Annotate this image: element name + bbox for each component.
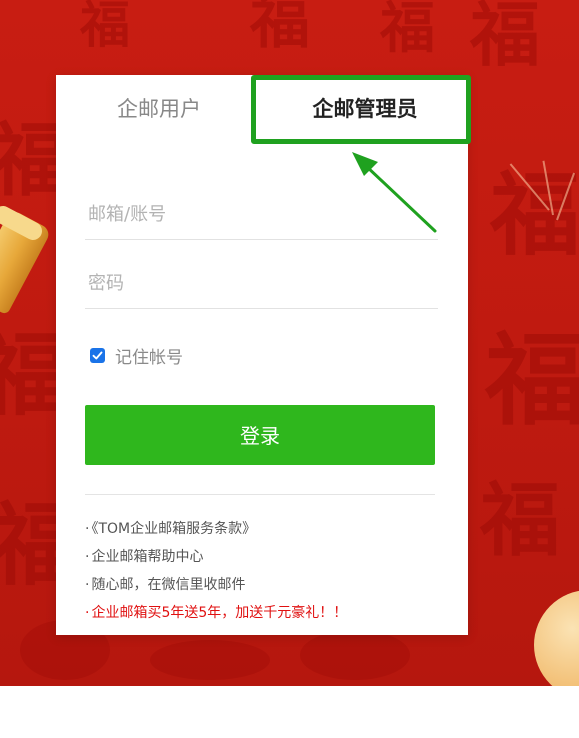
bullet: · <box>85 549 90 565</box>
password-input[interactable] <box>85 258 438 309</box>
login-tabs: 企邮用户 企邮管理员 <box>56 75 468 145</box>
wechat-mail-link[interactable]: · 随心邮，在微信里收邮件 <box>85 571 455 599</box>
help-center-link[interactable]: · 企业邮箱帮助中心 <box>85 543 455 571</box>
service-terms-link[interactable]: · 《TOM企业邮箱服务条款》 <box>85 515 455 543</box>
bg-fu-glyph: 福 <box>480 473 560 567</box>
link-text: 随心邮，在微信里收邮件 <box>91 577 246 593</box>
tab-enterprise-admin[interactable]: 企邮管理员 <box>262 75 468 145</box>
bullet: · <box>85 521 90 537</box>
bg-decoration <box>300 630 410 680</box>
bullet: · <box>85 605 90 621</box>
link-text: 企业邮箱买5年送5年，加送千元豪礼！！ <box>91 605 348 621</box>
bg-fu-glyph: 福 <box>80 0 130 54</box>
remember-account-row: 记住帐号 <box>90 343 183 368</box>
remember-account-checkbox[interactable] <box>90 347 105 363</box>
login-card: 企邮用户 企邮管理员 记住帐号 登录 ·《TOM企业邮箱服务条款》 ·企业邮箱帮… <box>56 75 468 635</box>
bullet: · <box>85 577 90 593</box>
link-text: 企业邮箱帮助中心 <box>91 549 204 565</box>
bg-fu-glyph: 福 <box>250 0 310 57</box>
tab-enterprise-user[interactable]: 企邮用户 <box>56 75 262 145</box>
bg-fu-glyph: 福 <box>485 321 579 439</box>
help-links: · 《TOM企业邮箱服务条款》 · 企业邮箱帮助中心 · 随心邮，在微信里收邮件 · 企… <box>85 515 455 627</box>
checkmark-icon <box>92 351 103 359</box>
bg-fu-glyph: 福 <box>470 0 540 76</box>
login-button[interactable]: 登录 <box>85 405 435 465</box>
bg-fu-glyph: 福 <box>490 162 579 268</box>
account-input[interactable] <box>85 189 438 240</box>
divider <box>85 494 435 495</box>
remember-account-label[interactable]: 记住帐号 <box>115 343 183 368</box>
link-text: 《TOM企业邮箱服务条款》 <box>91 521 257 537</box>
promo-link[interactable]: · 企业邮箱买5年送5年，加送千元豪礼！！ <box>85 599 455 627</box>
bg-decoration <box>150 640 270 680</box>
peach-decoration <box>534 590 579 686</box>
bg-fu-glyph: 福 <box>380 0 436 60</box>
